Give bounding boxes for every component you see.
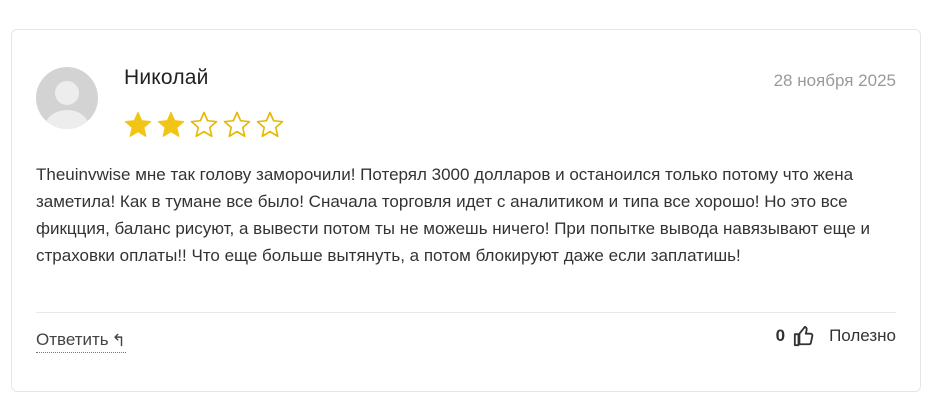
avatar: [36, 67, 98, 129]
star-empty-icon: [190, 111, 218, 138]
review-author: Николай: [124, 66, 209, 89]
star-filled-icon: [124, 111, 152, 137]
star-empty-icon: [256, 111, 284, 138]
divider: [36, 312, 896, 313]
review-text: Theuinvwise мне так голову заморочили! П…: [36, 165, 871, 265]
star-filled-icon: [157, 111, 185, 137]
review-date: 28 ноября 2025: [773, 71, 896, 90]
rating-stars: [122, 110, 286, 140]
reply-link[interactable]: Ответить ↰: [36, 330, 126, 353]
reply-arrow-icon: ↰: [111, 330, 126, 350]
helpful-section: 0 Полезно: [776, 325, 896, 347]
user-avatar-icon: [45, 81, 89, 129]
thumbs-up-icon[interactable]: [793, 325, 815, 347]
star-empty-icon: [223, 111, 251, 138]
helpful-label: Полезно: [829, 326, 896, 345]
review-card: Николай 28 ноября 2025 Theuinvwise мне т…: [11, 29, 921, 392]
helpful-count: 0: [775, 326, 786, 345]
reply-label: Ответить: [36, 330, 109, 349]
